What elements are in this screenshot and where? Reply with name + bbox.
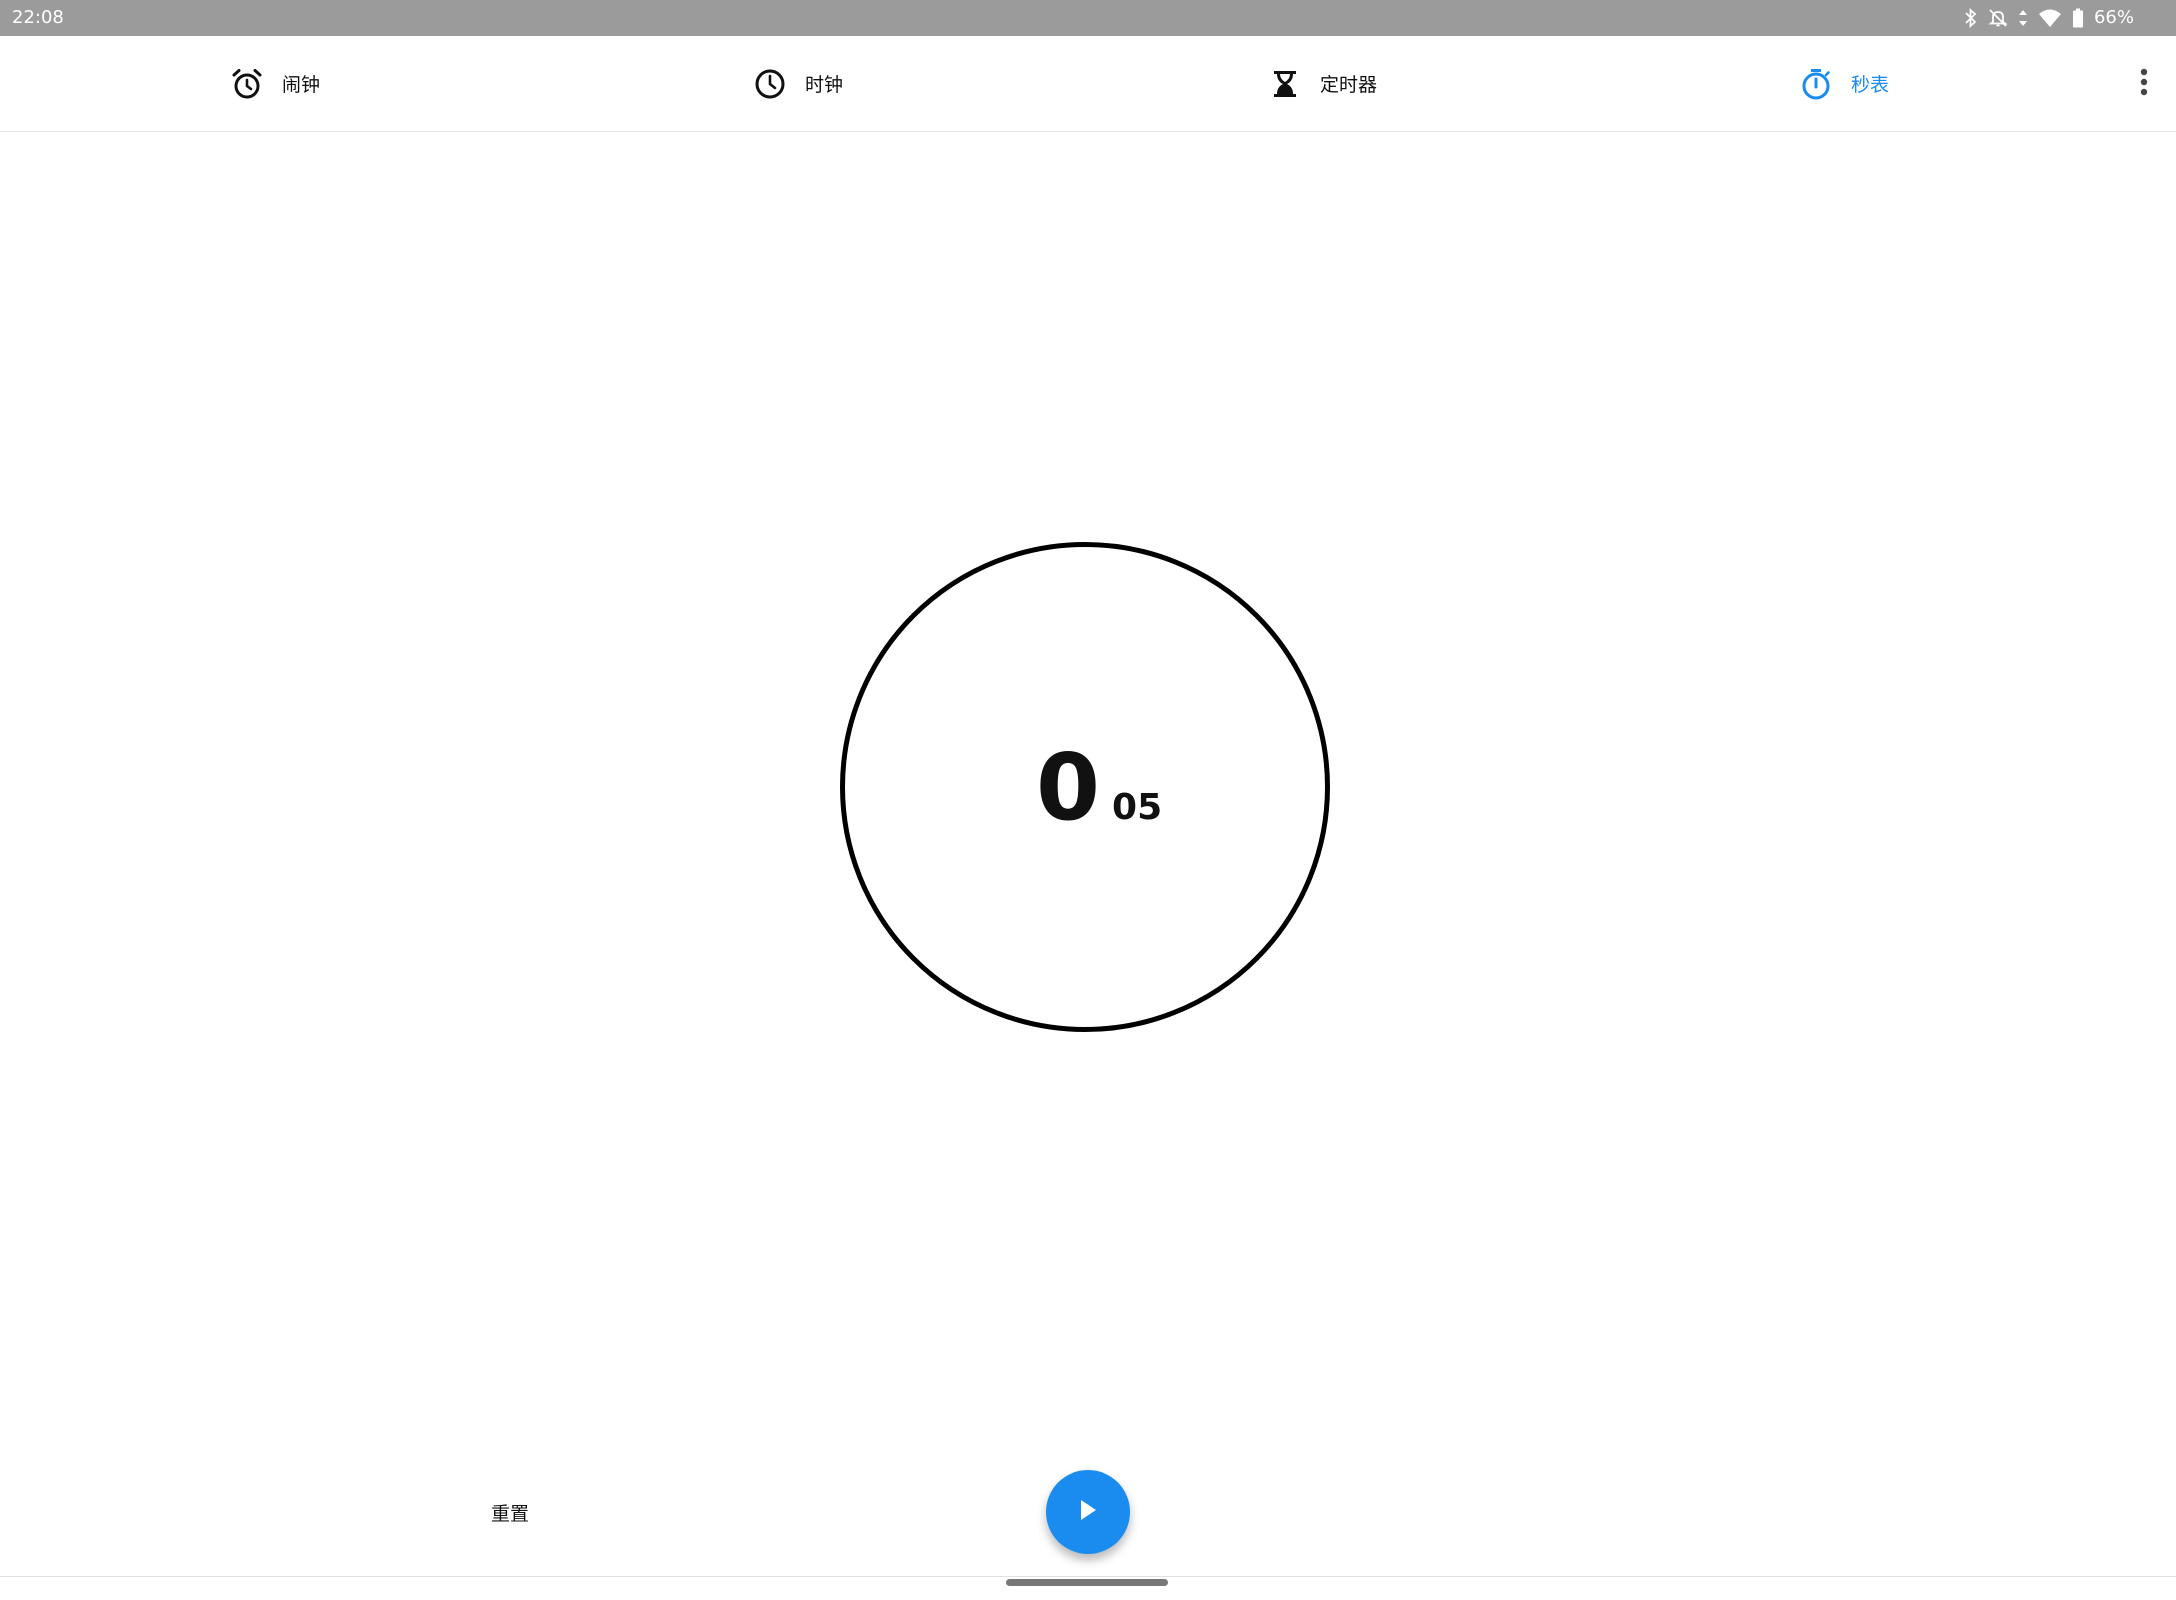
- play-button[interactable]: [1046, 1470, 1130, 1554]
- status-time: 22:08: [12, 7, 64, 28]
- elapsed-hundredths: 05: [1112, 787, 1163, 828]
- gesture-nav-handle[interactable]: [1006, 1579, 1168, 1586]
- tab-alarm[interactable]: 闹钟: [230, 36, 320, 131]
- bottom-divider: [0, 1576, 2176, 1577]
- hourglass-icon: [1268, 67, 1302, 101]
- clock-app-screen: 22:08 66% 闹钟 时钟 定时器 秒表 0 05 重置: [0, 0, 2176, 1600]
- data-arrows-icon: [2018, 8, 2028, 28]
- stopwatch-icon: [1799, 67, 1833, 101]
- wifi-icon: [2038, 8, 2062, 28]
- battery-icon: [2072, 8, 2084, 28]
- stopwatch-readout: 0 05: [1036, 742, 1162, 842]
- tab-timer[interactable]: 定时器: [1268, 36, 1377, 131]
- play-icon: [1077, 1498, 1099, 1526]
- battery-percent: 66%: [2093, 7, 2134, 28]
- tab-clock[interactable]: 时钟: [753, 36, 843, 131]
- tab-stopwatch[interactable]: 秒表: [1799, 36, 1889, 131]
- clock-icon: [753, 67, 787, 101]
- notifications-off-icon: [1988, 8, 2008, 28]
- tab-bar: 闹钟 时钟 定时器 秒表: [0, 36, 2176, 132]
- more-vert-icon: [2140, 68, 2148, 100]
- reset-button[interactable]: 重置: [470, 1490, 550, 1534]
- tab-label: 时钟: [805, 74, 844, 96]
- tab-label: 闹钟: [282, 74, 321, 96]
- overflow-menu-button[interactable]: [2124, 60, 2164, 108]
- bluetooth-icon: [1964, 8, 1978, 28]
- tab-label: 秒表: [1851, 74, 1890, 96]
- status-icons: 66%: [1964, 6, 2134, 30]
- status-bar: 22:08 66%: [0, 0, 2176, 36]
- tab-label: 定时器: [1320, 74, 1378, 96]
- alarm-icon: [230, 67, 264, 101]
- elapsed-seconds: 0: [1036, 734, 1101, 841]
